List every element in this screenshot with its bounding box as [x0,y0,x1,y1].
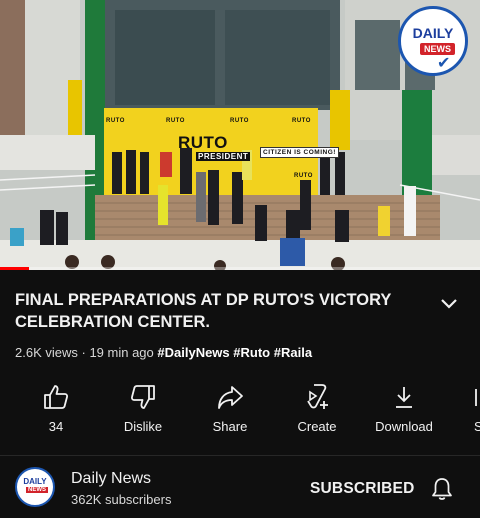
video-progress-bar[interactable] [0,267,480,270]
channel-name[interactable]: Daily News [71,470,151,488]
like-count: 34 [48,419,64,434]
save-icon [475,389,477,406]
bell-icon[interactable] [430,476,454,502]
banner-text-citizen: CITIZEN IS COMING! [260,147,339,158]
banner-text-small: RUTO [106,118,125,124]
download-label: Download [375,419,433,434]
banner-text-president: PRESIDENT [196,152,251,161]
download-icon [396,387,412,408]
thumbs-down-icon [130,385,155,409]
dislike-button[interactable]: Dislike [103,382,183,434]
banner-text-small: RUTO [294,173,313,179]
create-icon [307,384,328,409]
upload-age: · 19 min ago [81,345,154,360]
save-label: S [474,419,480,434]
video-player[interactable]: RUTO PRESIDENT CITIZEN IS COMING! RUTO R… [0,0,480,270]
subscribed-button[interactable]: SUBSCRIBED [310,480,414,498]
share-label: Share [212,419,248,434]
action-bar: 34 Dislike Share Create Download S [0,382,480,442]
divider [0,455,480,456]
thumbs-up-icon [44,385,69,409]
channel-avatar[interactable]: DAILY NEWS [15,467,55,507]
hashtag-link[interactable]: #DailyNews [157,345,229,360]
subscriber-count: 362K subscribers [71,492,172,507]
avatar-line1: DAILY [23,477,47,486]
like-button[interactable]: 34 [16,382,96,434]
banner-text-small: RUTO [230,118,249,124]
video-title[interactable]: FINAL PREPARATIONS AT DP RUTO'S VICTORY … [15,289,405,333]
banner-text-small: RUTO [292,118,311,124]
chevron-down-icon[interactable] [438,296,460,312]
checkmark-icon: ✔ [437,55,451,72]
create-button[interactable]: Create [277,382,357,434]
avatar-line2: NEWS [26,487,48,493]
video-meta[interactable]: 2.6K views · 19 min ago #DailyNews #Ruto… [15,345,312,360]
daily-news-watermark-logo: DAILY NEWS ✔ [398,6,468,76]
hashtag-link[interactable]: #Ruto [233,345,270,360]
hashtag-link[interactable]: #Raila [274,345,312,360]
banner-text-small: RUTO [166,118,185,124]
save-button[interactable]: S [474,382,480,434]
banner-text-ruto: RUTO [178,133,228,152]
video-progress-fill [0,267,29,270]
share-button[interactable]: Share [190,382,270,434]
dislike-label: Dislike [123,419,163,434]
watermark-line1: DAILY [412,25,454,41]
create-label: Create [297,419,337,434]
view-count: 2.6K views [15,345,78,360]
download-button[interactable]: Download [364,382,444,434]
share-icon [218,386,243,409]
